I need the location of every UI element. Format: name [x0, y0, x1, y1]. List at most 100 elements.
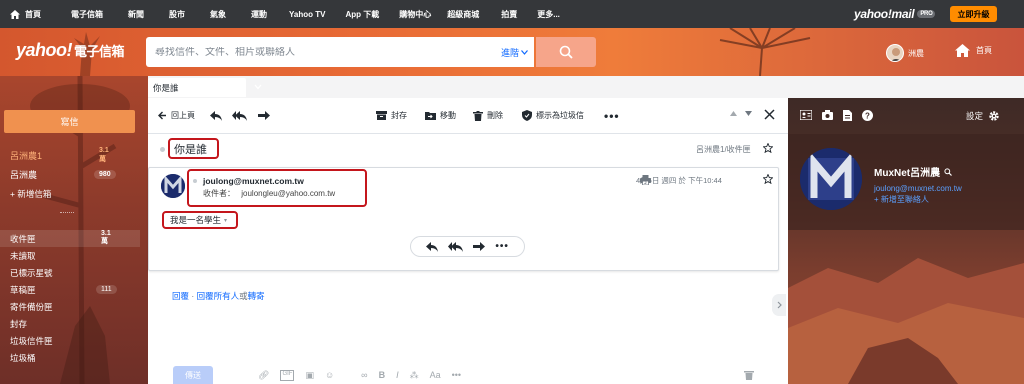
- back-button[interactable]: 回上頁: [158, 110, 195, 121]
- sticker-icon[interactable]: ▣: [305, 370, 314, 381]
- font-size-icon[interactable]: Aa: [430, 370, 441, 381]
- nav-shopping[interactable]: 購物中心: [391, 9, 439, 20]
- folder-inbox[interactable]: 收件匣 3.1 萬: [0, 230, 140, 247]
- reply-all-link[interactable]: 回覆所有人: [197, 291, 240, 301]
- more-dots-icon[interactable]: •••: [495, 241, 509, 252]
- sidebar-divider[interactable]: [60, 212, 74, 215]
- account-item-1[interactable]: 呂洲農1 3.1萬: [10, 147, 109, 163]
- archive-button[interactable]: 封存: [376, 110, 407, 121]
- unread-dot[interactable]: [160, 147, 165, 152]
- advanced-search-label: 進階: [500, 47, 519, 58]
- send-button[interactable]: 傳送: [173, 366, 213, 384]
- folder-starred[interactable]: 已標示星號: [0, 264, 140, 281]
- message-reader: 回上頁 封存 移動 刪除 標示為垃圾信 ••• 你是誰 呂洲農1/收件匣 jou…: [148, 98, 788, 384]
- yahoo-mail-logo[interactable]: yahoo! 電子信箱: [16, 40, 125, 61]
- sender-avatar[interactable]: [161, 174, 185, 198]
- folder-sent[interactable]: 寄件備份匣: [0, 298, 140, 315]
- sender-dot: [193, 179, 197, 183]
- color-icon[interactable]: ⁂: [410, 370, 419, 381]
- close-message-button[interactable]: [764, 109, 775, 120]
- star-icon[interactable]: [763, 174, 773, 184]
- previous-message-button[interactable]: [730, 111, 737, 116]
- reply-all-icon[interactable]: [448, 241, 464, 252]
- mark-spam-button[interactable]: 標示為垃圾信: [522, 110, 584, 121]
- account-name: 呂洲農1: [10, 151, 43, 161]
- contact-avatar[interactable]: [800, 148, 862, 210]
- contacts-icon[interactable]: [800, 110, 812, 120]
- message-body-text: 我是一名學生: [170, 215, 222, 225]
- recipient-email[interactable]: joulongleu@yahoo.com.tw: [241, 189, 335, 198]
- advanced-search-toggle[interactable]: 進階: [501, 46, 528, 59]
- folder-spam[interactable]: 垃圾信件匣: [0, 332, 140, 349]
- folder-label: 已標示星號: [10, 267, 53, 278]
- folder-count: 3.1 萬: [101, 230, 111, 245]
- folder-archive[interactable]: 封存: [0, 315, 140, 332]
- gif-icon[interactable]: GIF: [280, 370, 295, 381]
- reply-all-button[interactable]: [232, 111, 247, 121]
- nav-weather[interactable]: 氣象: [202, 9, 234, 20]
- nav-more[interactable]: 更多...: [529, 9, 568, 20]
- contact-email[interactable]: joulong@muxnet.com.tw: [874, 184, 962, 193]
- search-icon[interactable]: [944, 167, 953, 176]
- upgrade-button[interactable]: 立即升級: [950, 6, 997, 22]
- nav-yahoo-tv[interactable]: Yahoo TV: [281, 10, 333, 19]
- forward-link[interactable]: 轉寄: [248, 291, 265, 301]
- add-mailbox-link[interactable]: + 新增信箱: [10, 188, 51, 200]
- folder-trash[interactable]: 垃圾桶: [0, 349, 140, 366]
- discard-draft-icon[interactable]: [744, 370, 754, 380]
- search-input[interactable]: [155, 46, 495, 58]
- home-link[interactable]: 首頁: [955, 44, 992, 57]
- collapse-panel-toggle[interactable]: [772, 294, 786, 316]
- nav-mail[interactable]: 電子信箱: [63, 9, 111, 20]
- compose-format-toolbar: 🔗︎ GIF ▣ ☺ ∞ B I ⁂ Aa •••: [258, 370, 461, 381]
- search-button[interactable]: [536, 37, 596, 67]
- folder-label: 收件匣: [10, 233, 36, 244]
- move-label: 移動: [440, 111, 456, 120]
- reply-separator: ·: [189, 291, 197, 301]
- delete-button[interactable]: 刪除: [473, 110, 503, 121]
- add-to-contacts-link[interactable]: + 新增至聯絡人: [874, 194, 929, 205]
- more-dots-icon[interactable]: •••: [452, 370, 461, 381]
- forward-button[interactable]: [258, 111, 270, 121]
- tab-chevron-icon[interactable]: [254, 84, 262, 90]
- settings-button[interactable]: 設定: [966, 110, 1000, 122]
- reply-button[interactable]: [210, 111, 222, 121]
- attachment-icon[interactable]: 🔗︎: [258, 370, 269, 381]
- quick-actions-pill: •••: [410, 236, 525, 257]
- star-icon[interactable]: [763, 143, 773, 153]
- nav-sports[interactable]: 運動: [243, 9, 275, 20]
- logo-text: yahoo!: [16, 40, 73, 60]
- nav-auction[interactable]: 拍賣: [493, 9, 525, 20]
- italic-icon[interactable]: I: [396, 370, 399, 381]
- nav-app-download[interactable]: App 下載: [337, 9, 387, 20]
- sender-email[interactable]: joulong@muxnet.com.tw: [203, 176, 304, 186]
- tab-message[interactable]: 你是誰: [148, 78, 246, 97]
- folder-drafts[interactable]: 草稿匣 111: [0, 281, 140, 298]
- nav-home-label: 首頁: [25, 9, 41, 19]
- nav-news[interactable]: 新聞: [120, 9, 152, 20]
- chevron-down-icon: [521, 49, 528, 55]
- more-actions-button[interactable]: •••: [604, 109, 620, 123]
- next-message-button[interactable]: [745, 111, 752, 116]
- nav-mall[interactable]: 超級商城: [439, 9, 487, 20]
- folder-list: 收件匣 3.1 萬 未讀取 已標示星號 草稿匣 111 寄件備份匣 封存 垃圾信…: [0, 230, 140, 366]
- link-icon[interactable]: ∞: [361, 370, 367, 381]
- move-button[interactable]: 移動: [425, 110, 456, 121]
- user-avatar[interactable]: [886, 44, 904, 62]
- reply-link[interactable]: 回覆: [172, 291, 189, 301]
- yahoo-mail-brand[interactable]: yahoo!mail PRO: [854, 7, 936, 21]
- body-expand-caret[interactable]: ▾: [224, 217, 227, 224]
- reply-icon[interactable]: [426, 241, 439, 252]
- user-name[interactable]: 洲農: [908, 48, 924, 59]
- folder-unread[interactable]: 未讀取: [0, 247, 140, 264]
- bold-icon[interactable]: B: [379, 370, 386, 381]
- documents-icon[interactable]: [843, 110, 852, 121]
- forward-icon[interactable]: [473, 241, 486, 252]
- emoji-icon[interactable]: ☺: [325, 370, 334, 381]
- photos-icon[interactable]: [822, 110, 833, 120]
- account-item-2[interactable]: 呂洲農 980: [10, 168, 116, 181]
- nav-home[interactable]: 首頁: [0, 9, 49, 20]
- nav-stocks[interactable]: 股市: [161, 9, 193, 20]
- help-icon[interactable]: ?: [862, 110, 873, 121]
- compose-button[interactable]: 寫信: [4, 110, 135, 133]
